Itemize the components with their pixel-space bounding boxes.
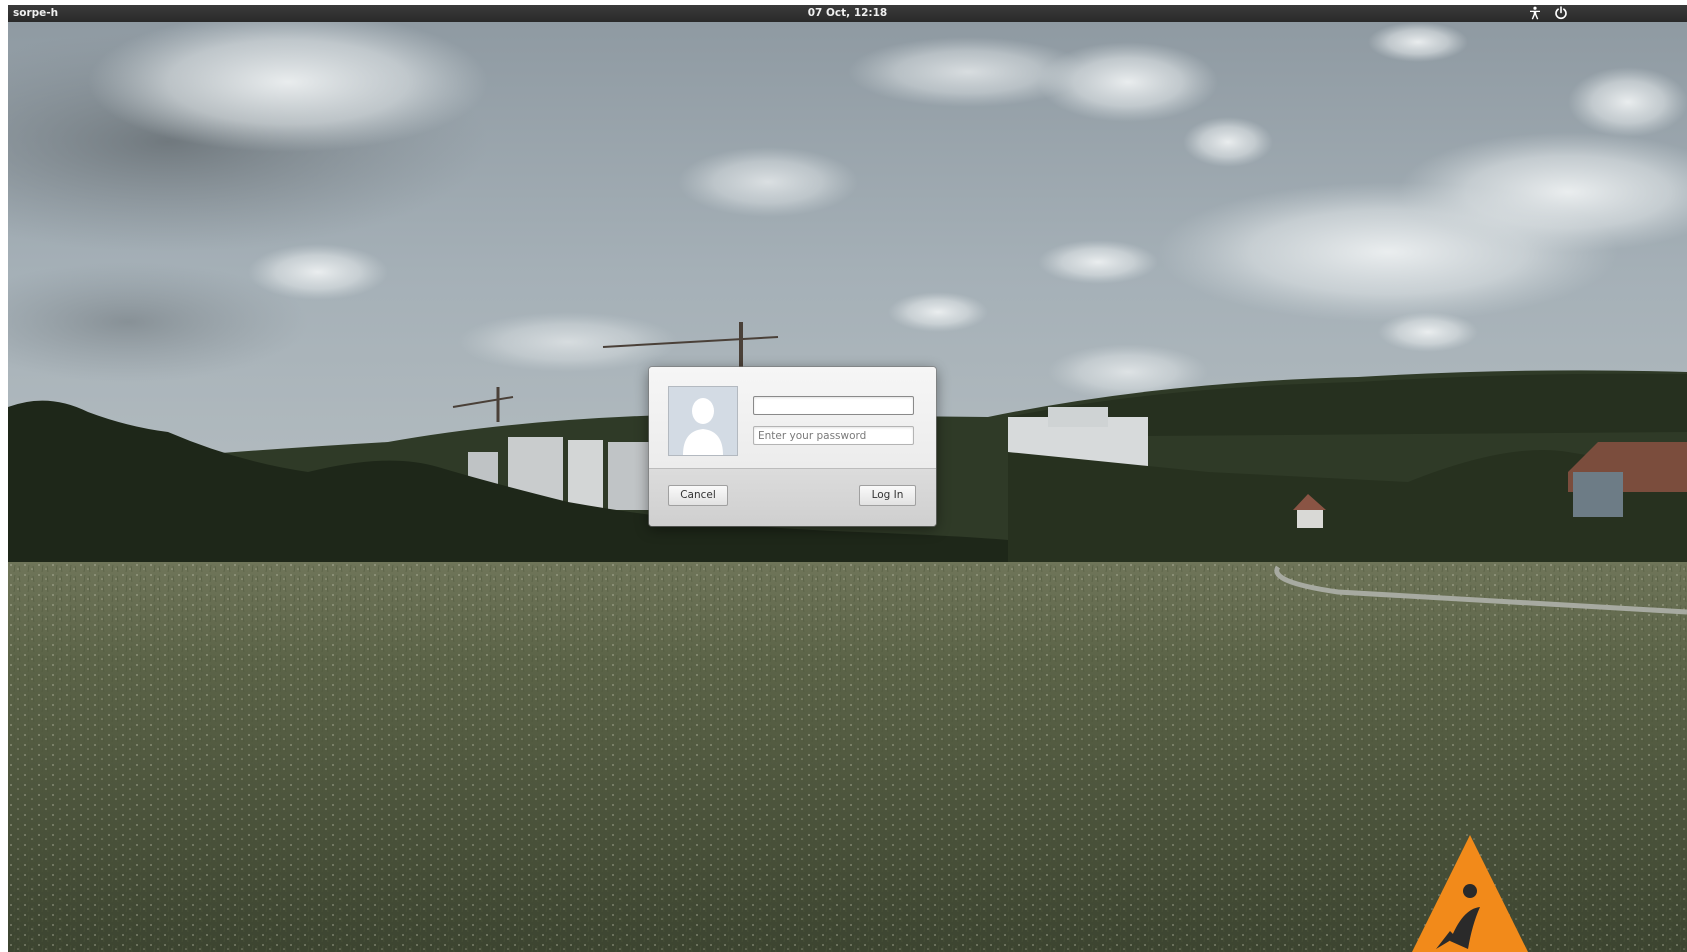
- username-field[interactable]: [753, 396, 914, 415]
- password-field[interactable]: [753, 426, 914, 445]
- clock[interactable]: 07 Oct, 12:18: [8, 7, 1687, 19]
- power-icon[interactable]: [1554, 6, 1568, 20]
- accessibility-icon[interactable]: [1528, 6, 1542, 20]
- dialog-body: [649, 367, 936, 469]
- distro-logo-icon: [1412, 835, 1528, 952]
- login-dialog: Cancel Log In: [649, 367, 936, 526]
- top-panel: sorpe-h 07 Oct, 12:18: [8, 5, 1687, 22]
- default-user-silhouette-icon: [669, 387, 737, 455]
- login-button[interactable]: Log In: [859, 485, 916, 506]
- user-avatar-icon: [668, 386, 738, 456]
- cancel-button[interactable]: Cancel: [668, 485, 728, 506]
- desktop-screen: sorpe-h 07 Oct, 12:18 Cancel Log In: [8, 5, 1687, 952]
